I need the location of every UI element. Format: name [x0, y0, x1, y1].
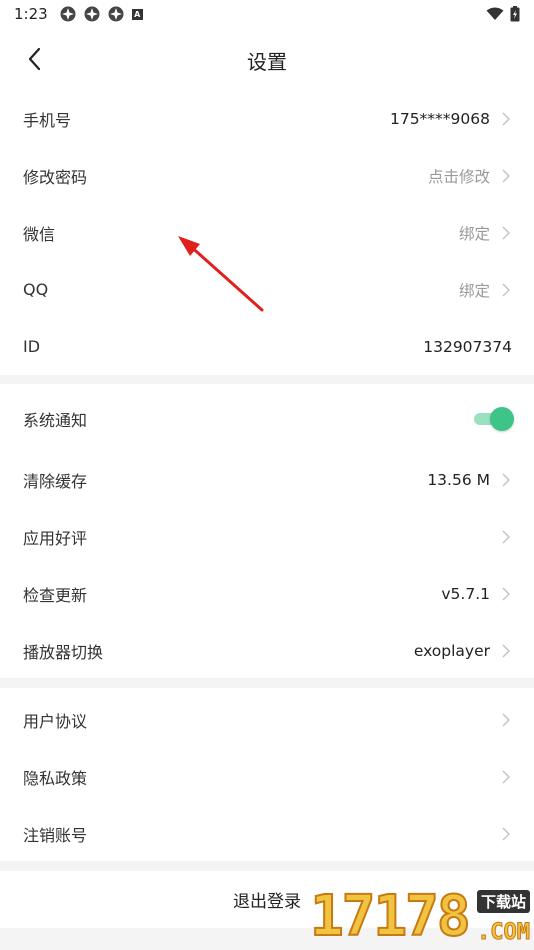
chevron-right-icon: [502, 111, 511, 126]
system-notification-label: 系统通知: [23, 410, 88, 430]
chevron-right-icon: [502, 586, 511, 601]
clear-cache-row[interactable]: 清除缓存 13.56 M: [0, 451, 534, 508]
legal-section: 用户协议 隐私政策 注销账号: [0, 688, 534, 861]
page-title: 设置: [247, 50, 287, 74]
change-password-row[interactable]: 修改密码 点击修改: [0, 147, 534, 204]
chevron-right-icon: [502, 712, 511, 727]
privacy-policy-label: 隐私政策: [23, 768, 88, 788]
pinwheel-icon: [60, 6, 76, 22]
phone-value: 175****9068: [389, 109, 490, 128]
wechat-label: 微信: [23, 224, 56, 244]
id-value: 132907374: [423, 337, 512, 356]
chevron-right-icon: [502, 472, 511, 487]
status-bar: 1:23 A: [0, 0, 534, 28]
system-notification-row: 系统通知: [0, 390, 534, 447]
header: 设置: [0, 28, 534, 90]
chevron-right-icon: [502, 826, 511, 841]
wifi-icon: [486, 7, 504, 20]
version-value: v5.7.1: [441, 584, 490, 603]
status-time: 1:23: [14, 5, 48, 23]
pinwheel-icon: [108, 6, 124, 22]
chevron-right-icon: [502, 225, 511, 240]
id-row: ID 132907374: [0, 318, 534, 375]
settings-page: 1:23 A 设置 手机号 175****9068 修改密码 点击修改 微信 绑…: [0, 0, 534, 950]
system-notification-toggle[interactable]: [474, 406, 514, 431]
phone-row[interactable]: 手机号 175****9068: [0, 90, 534, 147]
pinwheel-icon: [84, 6, 100, 22]
account-section: 手机号 175****9068 修改密码 点击修改 微信 绑定 QQ 绑定 ID…: [0, 90, 534, 375]
qq-label: QQ: [23, 280, 49, 299]
a-badge-icon: A: [131, 8, 143, 20]
player-switch-label: 播放器切换: [23, 642, 104, 662]
user-agreement-label: 用户协议: [23, 711, 88, 731]
cancel-account-row[interactable]: 注销账号: [0, 805, 534, 862]
watermark-domain: .COM: [477, 920, 531, 946]
chevron-right-icon: [502, 168, 511, 183]
check-update-row[interactable]: 检查更新 v5.7.1: [0, 565, 534, 622]
toggle-knob: [490, 406, 514, 431]
chevron-right-icon: [502, 282, 511, 297]
cache-size-value: 13.56 M: [427, 470, 490, 489]
phone-label: 手机号: [23, 110, 72, 130]
battery-charging-icon: [510, 6, 520, 22]
watermark-tag: 下载站: [476, 890, 530, 913]
status-right-icons: [486, 6, 520, 22]
change-password-value: 点击修改: [427, 167, 490, 186]
logout-button[interactable]: 退出登录: [233, 887, 301, 912]
clear-cache-label: 清除缓存: [23, 471, 88, 491]
change-password-label: 修改密码: [23, 167, 88, 187]
watermark-logo: 17178 下载站 .COM: [309, 883, 534, 950]
player-value: exoplayer: [413, 641, 490, 660]
id-label: ID: [23, 337, 41, 356]
wechat-row[interactable]: 微信 绑定: [0, 204, 534, 261]
check-update-label: 检查更新: [23, 585, 88, 605]
chevron-right-icon: [502, 529, 511, 544]
wechat-bind-value: 绑定: [458, 224, 490, 243]
privacy-policy-row[interactable]: 隐私政策: [0, 748, 534, 805]
rate-app-row[interactable]: 应用好评: [0, 508, 534, 565]
notification-icons: A: [60, 6, 143, 22]
player-switch-row[interactable]: 播放器切换 exoplayer: [0, 622, 534, 679]
qq-bind-value: 绑定: [458, 281, 490, 300]
chevron-right-icon: [502, 643, 511, 658]
chevron-right-icon: [502, 769, 511, 784]
qq-row[interactable]: QQ 绑定: [0, 261, 534, 318]
preferences-section: 系统通知 清除缓存 13.56 M 应用好评 检查更新 v5.7.1 播放器切换…: [0, 384, 534, 678]
cancel-account-label: 注销账号: [23, 825, 88, 845]
watermark-digits: 17178: [309, 883, 472, 950]
rate-app-label: 应用好评: [23, 528, 88, 548]
user-agreement-row[interactable]: 用户协议: [0, 691, 534, 748]
